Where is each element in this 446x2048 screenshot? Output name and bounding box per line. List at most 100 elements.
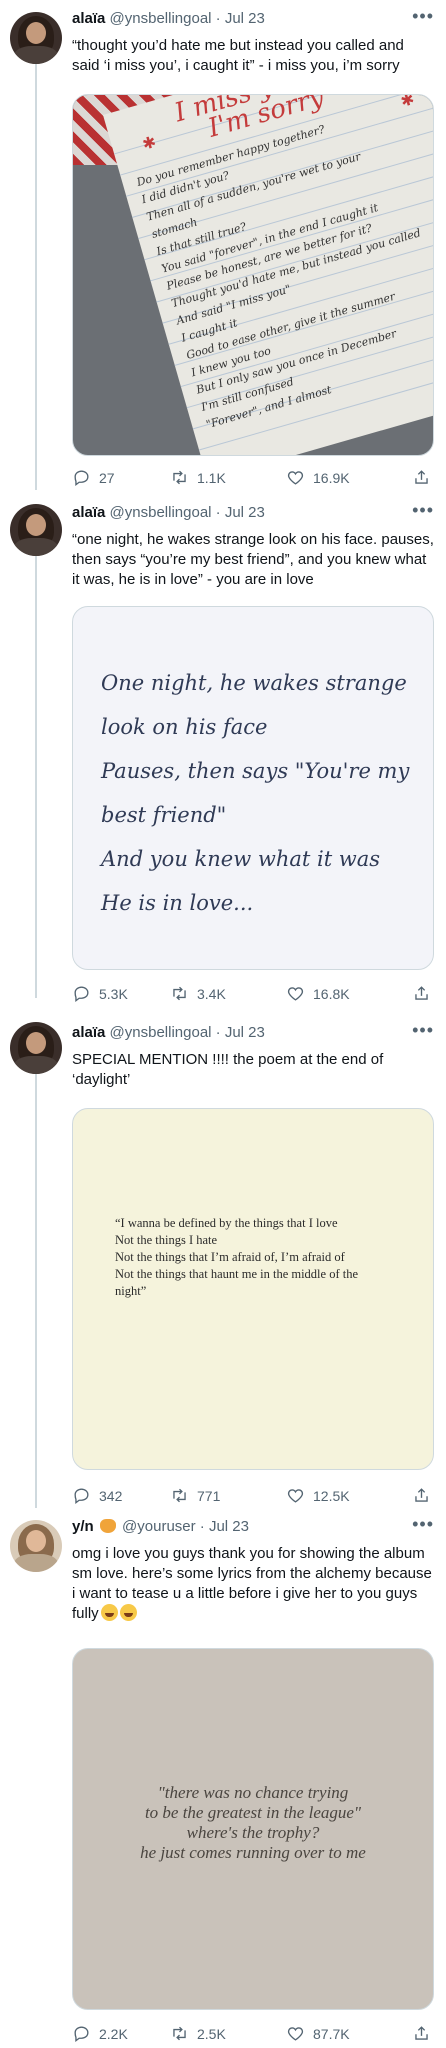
- avatar[interactable]: [10, 12, 62, 64]
- retweet-button[interactable]: 2.5K: [170, 2024, 226, 2043]
- handwritten-line: best friend": [101, 803, 227, 827]
- retweet-count: 3.4K: [197, 985, 226, 1002]
- reply-button[interactable]: 27: [72, 468, 115, 487]
- tweet-actions: 2.2K 2.5K 87.7K: [72, 2024, 434, 2048]
- retweet-count: 1.1K: [197, 469, 226, 486]
- tweet-date[interactable]: Jul 23: [225, 10, 265, 27]
- tweet[interactable]: alaïa @ynsbellingoal · Jul 23 ••• “thoug…: [0, 6, 446, 496]
- tweet-date[interactable]: Jul 23: [209, 1518, 249, 1535]
- display-name[interactable]: alaïa: [72, 10, 105, 27]
- like-button[interactable]: 16.8K: [286, 984, 350, 1003]
- heart-icon: [287, 471, 304, 485]
- retweet-icon: [173, 1488, 186, 1503]
- tweet-text-container: omg i love you guys thank you for showin…: [72, 1544, 434, 1624]
- retweet-icon: [173, 986, 186, 1001]
- tweet-header: alaïa @ynsbellingoal · Jul 23 •••: [72, 6, 434, 27]
- handwritten-line: And you knew what it was: [101, 847, 381, 871]
- tweet-image[interactable]: One night, he wakes strange look on his …: [72, 606, 434, 970]
- heart-icon: [287, 987, 304, 1001]
- tweet-image[interactable]: "there was no chance trying to be the gr…: [72, 1648, 434, 2010]
- display-name[interactable]: alaïa: [72, 504, 105, 521]
- tweet-text: SPECIAL MENTION !!!! the poem at the end…: [72, 1051, 384, 1088]
- lyric-line: to be the greatest in the league": [144, 1803, 362, 1822]
- more-horizontal-icon[interactable]: •••: [412, 500, 434, 521]
- user-handle[interactable]: @ynsbellingoal: [110, 10, 212, 27]
- reply-button[interactable]: 2.2K: [72, 2024, 128, 2043]
- like-button[interactable]: 87.7K: [286, 2024, 350, 2043]
- handwritten-line: Pauses, then says "You're my: [101, 759, 410, 783]
- tweet[interactable]: alaïa @ynsbellingoal · Jul 23 ••• “one n…: [0, 500, 446, 1010]
- more-horizontal-icon[interactable]: •••: [412, 6, 434, 27]
- tweet-image[interactable]: I miss you, I'm sorry ✱ ✱ Do you remembe…: [72, 94, 434, 456]
- retweet-count: 771: [197, 1487, 221, 1504]
- more-horizontal-icon[interactable]: •••: [412, 1020, 434, 1041]
- poem-line: Not the things that I’m afraid of, I’m a…: [115, 1250, 345, 1264]
- avatar[interactable]: [10, 1022, 62, 1074]
- reply-button[interactable]: 342: [72, 1486, 122, 1505]
- tweet-actions: 342 771 12.5K: [72, 1486, 434, 1510]
- display-name[interactable]: y/n: [72, 1518, 94, 1535]
- cat-emoji-icon: [99, 1519, 116, 1533]
- avatar[interactable]: [10, 504, 62, 556]
- user-handle[interactable]: @ynsbellingoal: [110, 1024, 212, 1041]
- lyric-line: "there was no chance trying: [157, 1783, 349, 1802]
- like-button[interactable]: 12.5K: [286, 1486, 350, 1505]
- reply-count: 342: [99, 1487, 123, 1504]
- retweet-icon: [173, 2026, 186, 2041]
- grin-emoji-icon: [100, 1604, 118, 1621]
- share-icon: [415, 1488, 428, 1502]
- poem-line: Not the things I hate: [115, 1233, 218, 1247]
- tweet[interactable]: y/n @youruser · Jul 23 ••• omg i love yo…: [0, 1514, 446, 2048]
- reply-count: 5.3K: [99, 985, 128, 1002]
- tweet-header: alaïa @ynsbellingoal · Jul 23 •••: [72, 500, 434, 521]
- more-horizontal-icon[interactable]: •••: [412, 1514, 434, 1535]
- tweet-text: “one night, he wakes strange look on his…: [72, 531, 434, 588]
- tweet-date[interactable]: Jul 23: [225, 504, 265, 521]
- reply-icon: [74, 470, 89, 486]
- tweet-actions: 5.3K 3.4K 16.8K: [72, 984, 434, 1008]
- poem-line: Not the things that haunt me in the midd…: [115, 1267, 359, 1281]
- lyric-line: he just comes running over to me: [140, 1843, 366, 1862]
- reply-count: 2.2K: [99, 2025, 128, 2042]
- handwritten-line: look on his face: [101, 715, 268, 739]
- reply-count: 27: [99, 469, 115, 486]
- tweet-header: y/n @youruser · Jul 23 •••: [72, 1514, 434, 1535]
- tweet-text: “thought you’d hate me but instead you c…: [72, 37, 404, 74]
- share-button[interactable]: [412, 468, 431, 487]
- share-button[interactable]: [412, 2024, 431, 2043]
- reply-icon: [74, 986, 89, 1002]
- share-button[interactable]: [412, 1486, 431, 1505]
- poem-line: night”: [115, 1284, 147, 1298]
- handwritten-line: He is in love...: [101, 891, 254, 915]
- reply-icon: [74, 1488, 89, 1504]
- like-count: 16.8K: [313, 985, 350, 1002]
- user-handle[interactable]: @youruser: [122, 1518, 196, 1535]
- retweet-button[interactable]: 771: [170, 1486, 220, 1505]
- heart-icon: [287, 2027, 304, 2041]
- user-handle[interactable]: @ynsbellingoal: [110, 504, 212, 521]
- retweet-count: 2.5K: [197, 2025, 226, 2042]
- lyric-line: where's the trophy?: [186, 1823, 320, 1842]
- like-count: 87.7K: [313, 2025, 350, 2042]
- like-count: 16.9K: [313, 469, 350, 486]
- heart-icon: [287, 1489, 304, 1503]
- share-icon: [415, 986, 428, 1000]
- tweet-image[interactable]: “I wanna be defined by the things that I…: [72, 1108, 434, 1470]
- tweet[interactable]: alaïa @ynsbellingoal · Jul 23 ••• SPECIA…: [0, 1020, 446, 1520]
- avatar[interactable]: [10, 1520, 62, 1572]
- grin-emoji-icon: [119, 1604, 137, 1621]
- retweet-button[interactable]: 3.4K: [170, 984, 226, 1003]
- reply-icon: [74, 2026, 89, 2042]
- share-button[interactable]: [412, 984, 431, 1003]
- retweet-button[interactable]: 1.1K: [170, 468, 226, 487]
- tweet-actions: 27 1.1K 16.9K: [72, 468, 434, 492]
- share-icon: [415, 2026, 428, 2040]
- star-doodle-icon: ✱: [398, 94, 417, 112]
- reply-button[interactable]: 5.3K: [72, 984, 128, 1003]
- like-button[interactable]: 16.9K: [286, 468, 350, 487]
- star-doodle-icon: ✱: [140, 133, 159, 154]
- like-count: 12.5K: [313, 1487, 350, 1504]
- display-name[interactable]: alaïa: [72, 1024, 105, 1041]
- tweet-date[interactable]: Jul 23: [225, 1024, 265, 1041]
- handwritten-line: One night, he wakes strange: [101, 671, 407, 695]
